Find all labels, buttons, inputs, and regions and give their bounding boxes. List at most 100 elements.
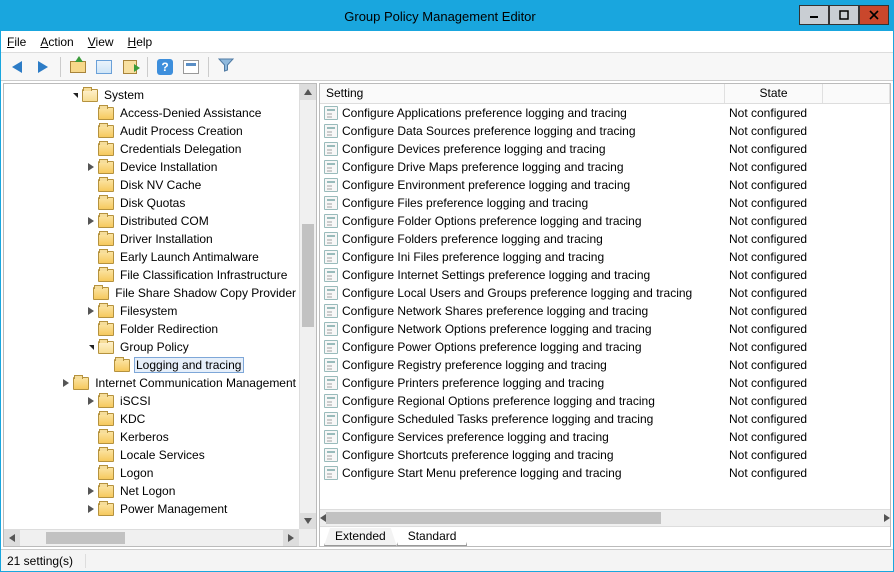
tree-node[interactable]: Distributed COM — [4, 212, 299, 230]
setting-name: Configure Network Options preference log… — [342, 322, 652, 336]
tree-expander-icon[interactable] — [84, 214, 98, 228]
list-row[interactable]: Configure Ini Files preference logging a… — [320, 248, 890, 266]
tree-node[interactable]: Folder Redirection — [4, 320, 299, 338]
column-header-state[interactable]: State — [725, 84, 823, 103]
tree-spacer — [84, 448, 98, 462]
list-row[interactable]: Configure Files preference logging and t… — [320, 194, 890, 212]
tab-extended[interactable]: Extended — [324, 528, 397, 546]
list-row[interactable]: Configure Drive Maps preference logging … — [320, 158, 890, 176]
folder-icon — [98, 305, 114, 318]
tree-node[interactable]: Net Logon — [4, 482, 299, 500]
list-row[interactable]: Configure Services preference logging an… — [320, 428, 890, 446]
list-row[interactable]: Configure Internet Settings preference l… — [320, 266, 890, 284]
forward-button[interactable] — [31, 55, 55, 79]
list-row[interactable]: Configure Local Users and Groups prefere… — [320, 284, 890, 302]
tree-node[interactable]: Logon — [4, 464, 299, 482]
list-row[interactable]: Configure Network Shares preference logg… — [320, 302, 890, 320]
menu-file[interactable]: File — [7, 35, 26, 49]
list-row[interactable]: Configure Folder Options preference logg… — [320, 212, 890, 230]
list-row[interactable]: Configure Folders preference logging and… — [320, 230, 890, 248]
tree-node-label: Audit Process Creation — [118, 123, 246, 139]
tree-node[interactable]: Filesystem — [4, 302, 299, 320]
list-row[interactable]: Configure Network Options preference log… — [320, 320, 890, 338]
tree-node[interactable]: Disk NV Cache — [4, 176, 299, 194]
filter-button[interactable] — [214, 55, 238, 79]
help-button[interactable]: ? — [153, 55, 177, 79]
list-row[interactable]: Configure Printers preference logging an… — [320, 374, 890, 392]
tree-expander-icon[interactable] — [59, 376, 73, 390]
maximize-button[interactable] — [829, 5, 859, 25]
list-row[interactable]: Configure Shortcuts preference logging a… — [320, 446, 890, 464]
tree-node[interactable]: Locale Services — [4, 446, 299, 464]
list-horizontal-scrollbar[interactable] — [320, 509, 890, 526]
menu-view[interactable]: View — [88, 35, 114, 49]
tree-node[interactable]: Disk Quotas — [4, 194, 299, 212]
tree-expander-icon[interactable] — [84, 394, 98, 408]
tree-expander-icon[interactable] — [84, 160, 98, 174]
tree-node-label: Filesystem — [118, 303, 180, 319]
tree-expander-icon[interactable] — [84, 304, 98, 318]
list-row[interactable]: Configure Environment preference logging… — [320, 176, 890, 194]
list-row[interactable]: Configure Applications preference loggin… — [320, 104, 890, 122]
setting-name: Configure Scheduled Tasks preference log… — [342, 412, 653, 426]
separator-icon — [208, 57, 209, 77]
minimize-button[interactable] — [799, 5, 829, 25]
folder-icon — [114, 359, 130, 372]
tab-standard[interactable]: Standard — [397, 528, 468, 546]
tree-node[interactable]: Power Management — [4, 500, 299, 518]
tree-vertical-scrollbar[interactable] — [299, 84, 316, 529]
tree-expander-icon[interactable] — [84, 340, 98, 354]
tree-node[interactable]: Early Launch Antimalware — [4, 248, 299, 266]
list-row[interactable]: Configure Start Menu preference logging … — [320, 464, 890, 482]
tree-node-label: KDC — [118, 411, 148, 427]
tree-node[interactable]: Driver Installation — [4, 230, 299, 248]
tree-node[interactable]: KDC — [4, 410, 299, 428]
tree-node[interactable]: Logging and tracing — [4, 356, 299, 374]
list-row[interactable]: Configure Regional Options preference lo… — [320, 392, 890, 410]
close-button[interactable] — [859, 5, 889, 25]
tree-node[interactable]: Access-Denied Assistance — [4, 104, 299, 122]
folder-icon — [98, 341, 114, 354]
tree-node[interactable]: Device Installation — [4, 158, 299, 176]
policy-item-icon — [324, 358, 338, 372]
folder-icon — [98, 395, 114, 408]
settings-list[interactable]: Configure Applications preference loggin… — [320, 104, 890, 509]
tree-expander-icon[interactable] — [84, 484, 98, 498]
tree-node[interactable]: Internet Communication Management — [4, 374, 299, 392]
export-list-button[interactable] — [118, 55, 142, 79]
list-row[interactable]: Configure Data Sources preference loggin… — [320, 122, 890, 140]
tree-node[interactable]: iSCSI — [4, 392, 299, 410]
scroll-down-button[interactable] — [300, 513, 316, 529]
toggle-tree-button[interactable] — [92, 55, 116, 79]
tree-node[interactable]: Kerberos — [4, 428, 299, 446]
back-button[interactable] — [5, 55, 29, 79]
menu-bar: File Action View Help — [1, 31, 893, 53]
tree-node[interactable]: Credentials Delegation — [4, 140, 299, 158]
column-header-setting[interactable]: Setting — [320, 84, 725, 103]
arrow-left-icon — [12, 61, 22, 73]
tree-horizontal-scrollbar[interactable] — [4, 529, 299, 546]
tree-expander-icon[interactable] — [68, 88, 82, 102]
tree-node[interactable]: File Share Shadow Copy Provider — [4, 284, 299, 302]
policy-item-icon — [324, 466, 338, 480]
scroll-right-button[interactable] — [884, 514, 890, 522]
policy-tree[interactable]: SystemAccess-Denied AssistanceAudit Proc… — [4, 84, 299, 529]
up-one-level-button[interactable] — [66, 55, 90, 79]
tree-node[interactable]: File Classification Infrastructure — [4, 266, 299, 284]
list-row[interactable]: Configure Power Options preference loggi… — [320, 338, 890, 356]
tree-node[interactable]: Audit Process Creation — [4, 122, 299, 140]
list-row[interactable]: Configure Registry preference logging an… — [320, 356, 890, 374]
tree-expander-icon[interactable] — [84, 502, 98, 516]
scroll-up-button[interactable] — [300, 84, 316, 100]
menu-action[interactable]: Action — [40, 35, 73, 49]
list-row[interactable]: Configure Devices preference logging and… — [320, 140, 890, 158]
scroll-left-button[interactable] — [4, 530, 20, 546]
setting-name: Configure Local Users and Groups prefere… — [342, 286, 692, 300]
properties-button[interactable] — [179, 55, 203, 79]
tree-node[interactable]: Group Policy — [4, 338, 299, 356]
scroll-right-button[interactable] — [283, 530, 299, 546]
tree-node-label: Logon — [118, 465, 156, 481]
menu-help[interactable]: Help — [128, 35, 153, 49]
list-row[interactable]: Configure Scheduled Tasks preference log… — [320, 410, 890, 428]
tree-node[interactable]: System — [4, 86, 299, 104]
